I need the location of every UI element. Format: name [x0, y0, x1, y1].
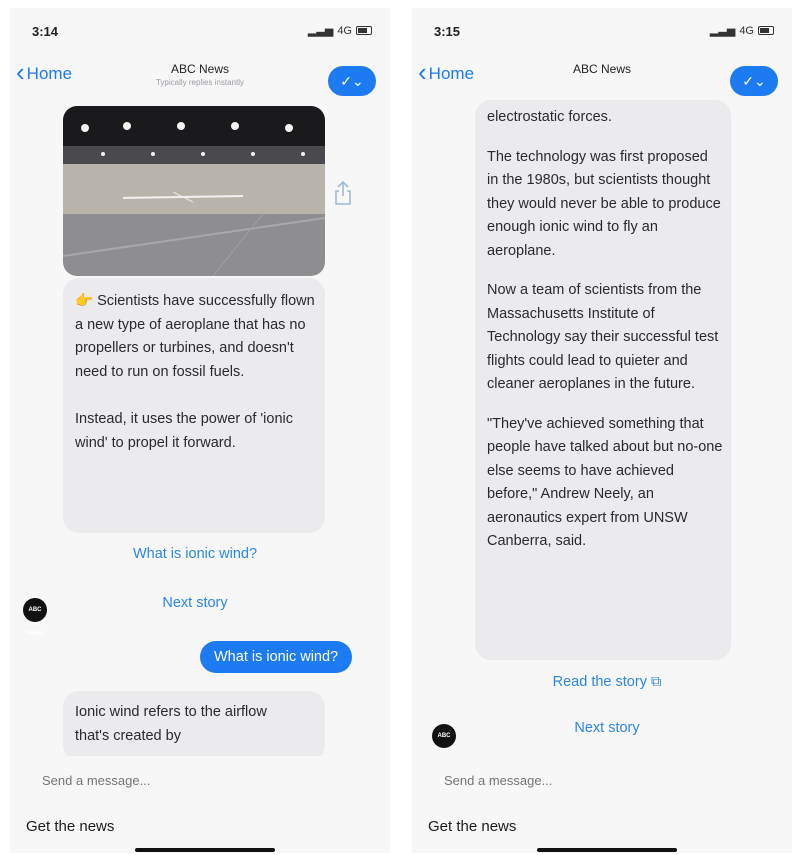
status-icons: ▂▃▅ 4G — [308, 24, 372, 37]
user-message-bubble: What is ionic wind? — [200, 641, 353, 673]
check-chevron-icon[interactable]: ✓⌄ — [730, 66, 778, 96]
message-paragraph: electrostatic forces. — [487, 109, 612, 125]
status-time: 3:15 — [434, 24, 461, 39]
check-chevron-icon[interactable]: ✓⌄ — [328, 66, 376, 96]
quick-reply-next-story[interactable]: Next story — [130, 595, 260, 611]
message-bubble: 👉 Scientists have successfully flown a n… — [63, 278, 325, 533]
status-bar: 3:14 ▂▃▅ 4G — [10, 8, 390, 46]
quick-reply-next-story[interactable]: Next story — [542, 720, 672, 736]
signal-icon: ▂▃▅ — [307, 25, 334, 37]
nav-bar: ‹ Home ABC News Typically replies instan… — [10, 48, 390, 108]
message-paragraph: The technology was first proposed in the… — [487, 148, 721, 259]
message-paragraph: Scientists have successfully flown a new… — [75, 293, 315, 380]
story-image[interactable] — [63, 106, 325, 276]
pointing-icon: 👉 — [75, 293, 94, 309]
avatar: ABC NEWS — [432, 724, 456, 763]
home-indicator — [537, 848, 677, 852]
signal-icon: ▂▃▅ — [709, 25, 736, 37]
read-the-story-link[interactable]: Read the story ⧉ — [522, 674, 692, 690]
message-paragraph: Now a team of scientists from the Massac… — [487, 282, 719, 392]
status-icons: ▂▃▅ 4G — [710, 24, 774, 37]
reply-text: Ionic wind refers to the airflow that's … — [75, 704, 267, 744]
status-bar: 3:15 ▂▃▅ 4G — [412, 8, 792, 46]
avatar: ABC NEWS — [23, 598, 47, 637]
composer — [10, 756, 390, 806]
share-icon[interactable] — [334, 180, 352, 206]
battery-icon — [758, 26, 774, 35]
phone-screen-right: 3:15 ▂▃▅ 4G ‹ Home ABC News ✓⌄ electrost… — [412, 8, 792, 853]
message-input[interactable] — [40, 772, 344, 789]
reply-bubble: Ionic wind refers to the airflow that's … — [63, 691, 325, 761]
message-paragraph: Instead, it uses the power of 'ionic win… — [75, 411, 293, 451]
phone-screen-left: 3:14 ▂▃▅ 4G ‹ Home ABC News Typically re… — [10, 8, 390, 853]
network-label: 4G — [739, 24, 754, 37]
get-the-news-menu[interactable]: Get the news — [428, 818, 516, 835]
network-label: 4G — [337, 24, 352, 37]
message-paragraph: "They've achieved something that people … — [487, 415, 723, 550]
composer — [412, 756, 792, 806]
status-time: 3:14 — [32, 24, 59, 39]
message-bubble: electrostatic forces. The technology was… — [475, 100, 731, 660]
quick-reply-ionic-wind[interactable]: What is ionic wind? — [110, 546, 280, 562]
home-indicator — [135, 848, 275, 852]
hangar-photo — [63, 106, 325, 276]
get-the-news-menu[interactable]: Get the news — [26, 818, 114, 835]
nav-bar: ‹ Home ABC News ✓⌄ — [412, 48, 792, 108]
external-link-icon: ⧉ — [650, 674, 662, 690]
battery-icon — [356, 26, 372, 35]
message-input[interactable] — [442, 772, 746, 789]
read-story-label: Read the story — [552, 674, 647, 690]
